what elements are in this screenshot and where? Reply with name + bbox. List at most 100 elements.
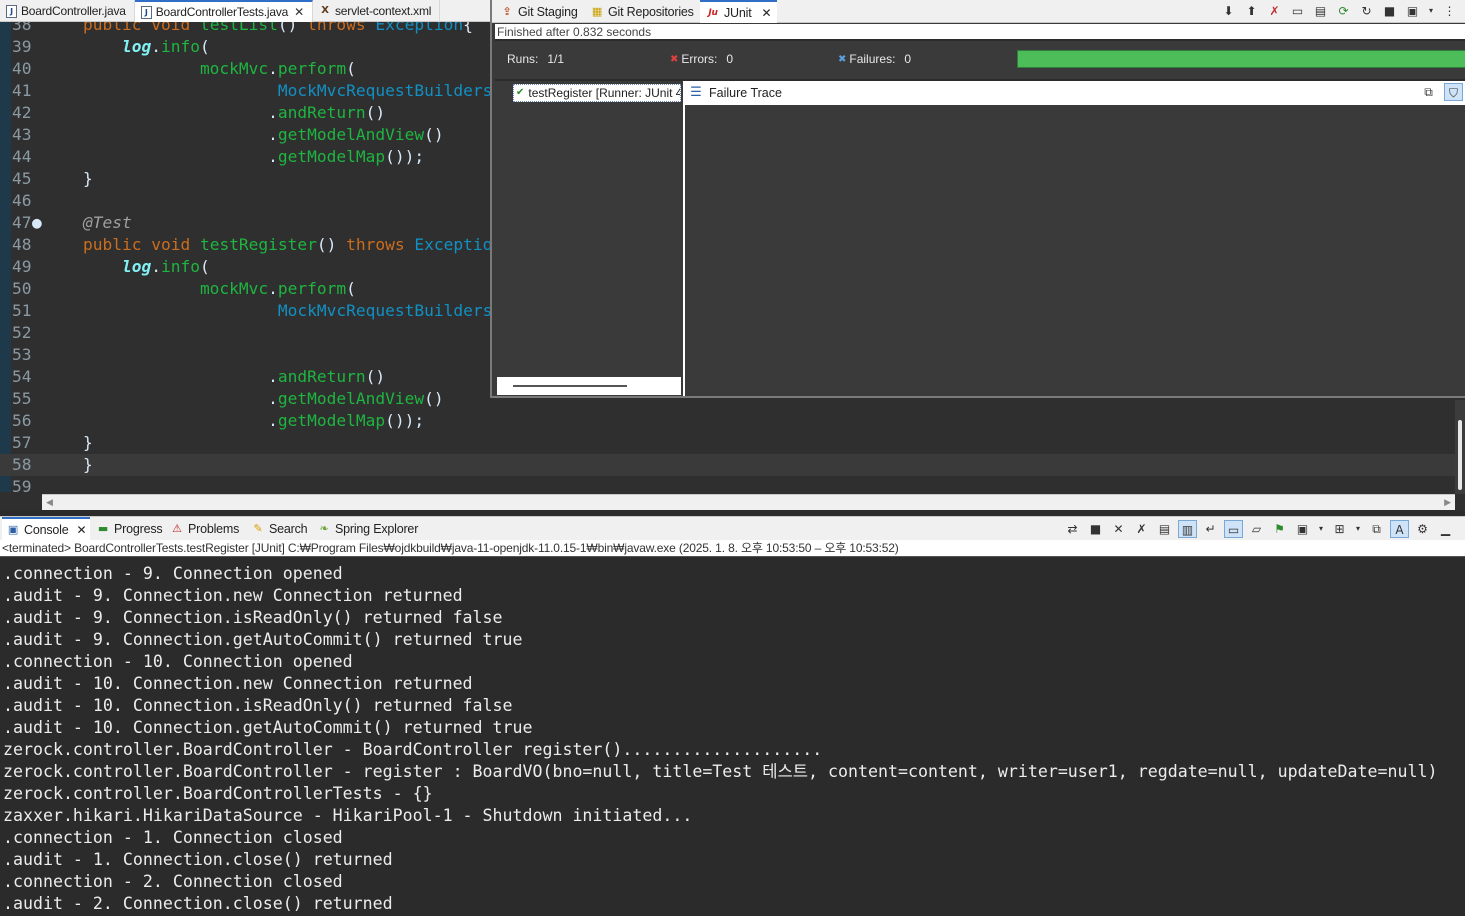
tab-problems[interactable]: ⚠ Problems	[170, 517, 239, 541]
copy-icon[interactable]: ⧉	[1367, 520, 1386, 538]
close-icon[interactable]: ✕	[761, 6, 771, 20]
code-text: }	[44, 433, 93, 452]
show-failures-only-icon[interactable]: ✗	[1265, 2, 1284, 20]
formatting-icon[interactable]: A	[1390, 520, 1409, 538]
line-number: 45	[12, 169, 32, 188]
test-item-label: testRegister [Runner: JUnit 4]	[528, 86, 681, 100]
editor-tab-boardcontrollertests[interactable]: J BoardControllerTests.java ✕	[134, 0, 313, 22]
tab-progress[interactable]: ▬ Progress	[96, 517, 163, 541]
scroll-thumb[interactable]	[1458, 420, 1462, 490]
line-number: 48	[12, 235, 32, 254]
tab-label: servlet-context.xml	[335, 4, 432, 18]
line-number: 55	[12, 389, 32, 408]
line-number: 59	[12, 477, 32, 496]
java-file-icon: J	[140, 5, 152, 19]
scroll-left-icon[interactable]: ◀	[46, 497, 53, 508]
tab-junit[interactable]: Ju JUnit ✕	[700, 0, 778, 23]
search-icon: ✎	[253, 522, 263, 535]
minimize-icon[interactable]: ▁	[1436, 520, 1455, 538]
code-line[interactable]: 56 .getModelMap());	[0, 410, 1465, 432]
failures-value: 0	[904, 52, 912, 66]
code-line[interactable]: 57 }	[0, 432, 1465, 454]
tab-git-staging[interactable]: ⇪ Git Staging	[500, 0, 577, 23]
xml-file-icon: X	[321, 5, 329, 16]
tab-spring-explorer[interactable]: ❧ Spring Explorer	[317, 517, 418, 541]
code-text: mockMvc.perform(	[199, 279, 356, 298]
clear-console-icon[interactable]: ▤	[1155, 520, 1174, 538]
line-number: 53	[12, 345, 32, 364]
link-with-editor-icon[interactable]: ⇄	[1063, 520, 1082, 538]
open-console-icon[interactable]: ⊞	[1330, 520, 1349, 538]
tab-git-repositories[interactable]: ▦ Git Repositories	[590, 0, 694, 23]
eclipse-window: J BoardController.java J BoardController…	[0, 0, 1465, 916]
scroll-lock-icon[interactable]: ▥	[1178, 520, 1197, 538]
fold-marker-icon[interactable]: ●	[32, 212, 42, 234]
tab-search[interactable]: ✎ Search	[251, 517, 307, 541]
scroll-lock-icon[interactable]: ▭	[1288, 2, 1307, 20]
console-line: .audit - 10. Connection.getAutoCommit() …	[3, 718, 533, 737]
console-line: .audit - 9. Connection.isReadOnly() retu…	[3, 608, 503, 627]
console-line: .connection - 1. Connection closed	[3, 828, 343, 847]
tab-console[interactable]: ▣ Console ✕	[2, 517, 91, 541]
code-text: .getModelMap());	[44, 147, 425, 166]
show-console-on-error-icon[interactable]: ▱	[1247, 520, 1266, 538]
console-line: zerock.controller.BoardController - Boar…	[3, 740, 823, 759]
view-menu-icon[interactable]: ⋮	[1440, 2, 1459, 20]
console-line: zerock.controller.BoardControllerTests -…	[3, 784, 433, 803]
tab-label: Console	[24, 523, 69, 537]
problems-icon: ⚠	[172, 522, 182, 535]
scroll-right-icon[interactable]: ▶	[1444, 497, 1451, 508]
test-run-history-icon[interactable]: ▣	[1403, 2, 1422, 20]
progress-icon: ▬	[97, 522, 109, 535]
failure-trace-header: ☰ Failure Trace ⧉ ⛉	[685, 81, 1465, 105]
editor-tab-servlet-context[interactable]: X servlet-context.xml	[313, 0, 441, 22]
spring-explorer-icon: ❧	[319, 522, 329, 535]
terminate-icon[interactable]: ■	[1086, 520, 1105, 538]
dropdown-icon[interactable]: ▾	[1353, 520, 1363, 538]
show-skipped-icon[interactable]: ▤	[1311, 2, 1330, 20]
compare-result-icon[interactable]: ⧉	[1419, 83, 1438, 101]
display-selected-console-icon[interactable]: ▣	[1293, 520, 1312, 538]
line-number: 54	[12, 367, 32, 386]
failures-counter: ✖ Failures: 0	[838, 52, 911, 66]
editor-tab-boardcontroller[interactable]: J BoardController.java	[0, 0, 135, 22]
close-icon[interactable]: ✕	[76, 523, 86, 537]
code-line[interactable]: 58 }	[0, 454, 1465, 476]
console-toolbar: ⇄ ■ ✕ ✗ ▤ ▥ ↵ ▭ ▱ ⚑ ▣ ▾ ⊞ ▾ ⧉ A ⚙ ▁	[1063, 520, 1455, 538]
remove-all-terminated-icon[interactable]: ✗	[1132, 520, 1151, 538]
errors-counter: ✖ Errors: 0	[670, 52, 733, 66]
console-line: .audit - 10. Connection.new Connection r…	[3, 674, 473, 693]
show-console-on-output-icon[interactable]: ▭	[1224, 520, 1243, 538]
console-line: .audit - 9. Connection.new Connection re…	[3, 586, 463, 605]
rerun-failures-first-icon[interactable]: ↻	[1357, 2, 1376, 20]
console-line: .audit - 9. Connection.getAutoCommit() r…	[3, 630, 523, 649]
junit-icon: Ju	[708, 7, 718, 18]
rerun-test-icon[interactable]: ⟳	[1334, 2, 1353, 20]
next-failure-icon[interactable]: ⬇	[1219, 2, 1238, 20]
stop-icon[interactable]: ■	[1380, 2, 1399, 20]
pin-console-icon[interactable]: ⚑	[1270, 520, 1289, 538]
test-tree-horizontal-scrollbar[interactable]	[497, 377, 681, 395]
line-number: 57	[12, 433, 32, 452]
failure-trace-label: Failure Trace	[709, 86, 782, 100]
word-wrap-icon[interactable]: ↵	[1201, 520, 1220, 538]
console-lines: .connection - 9. Connection opened .audit…	[3, 563, 1437, 915]
previous-failure-icon[interactable]: ⬆	[1242, 2, 1261, 20]
runs-counter: Runs: 1/1	[507, 52, 564, 66]
settings-gear-icon[interactable]: ⚙	[1413, 520, 1432, 538]
git-staging-icon: ⇪	[502, 4, 512, 18]
tab-label: Problems	[188, 522, 240, 536]
editor-vertical-scrollbar[interactable]	[1455, 400, 1465, 494]
dropdown-icon[interactable]: ▾	[1316, 520, 1326, 538]
console-output[interactable]: .connection - 9. Connection opened .audit…	[0, 556, 1465, 916]
tab-label: Git Repositories	[608, 4, 694, 19]
tab-label: Spring Explorer	[335, 522, 419, 536]
remove-launch-icon[interactable]: ✕	[1109, 520, 1128, 538]
dropdown-icon[interactable]: ▾	[1426, 2, 1436, 20]
close-icon[interactable]: ✕	[294, 5, 304, 19]
editor-horizontal-scrollbar[interactable]: ◀ ▶	[42, 494, 1455, 510]
test-tree-item[interactable]: ✔ testRegister [Runner: JUnit 4]	[513, 84, 681, 102]
filter-stack-trace-icon[interactable]: ⛉	[1444, 83, 1463, 101]
code-text: .getModelAndView()	[44, 389, 444, 408]
scroll-thumb[interactable]	[513, 385, 627, 387]
